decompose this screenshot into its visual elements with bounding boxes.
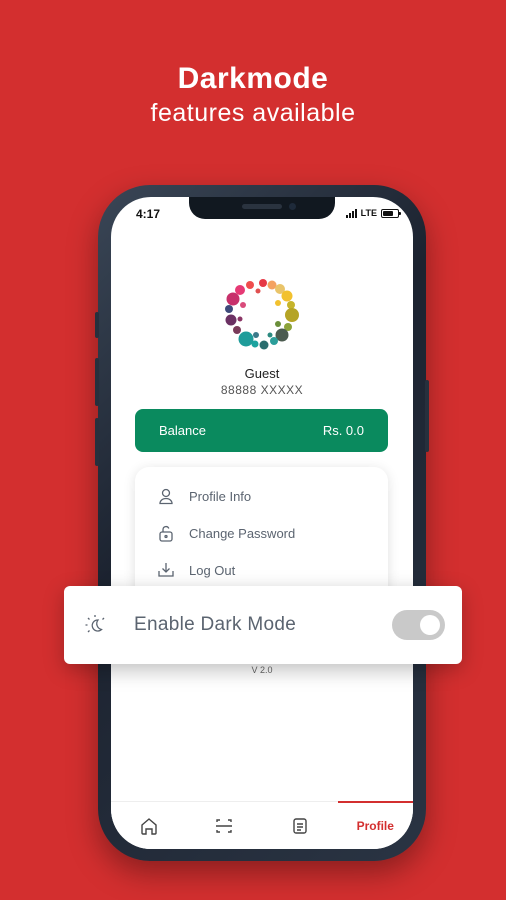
- menu-item-label: Log Out: [189, 562, 236, 578]
- bottom-nav: Profile: [111, 801, 413, 849]
- status-indicators: LTE: [345, 208, 401, 218]
- menu-item-label: Change Password: [189, 525, 296, 541]
- network-label: LTE: [360, 208, 377, 218]
- phone-notch: [189, 197, 335, 219]
- promo-title: Darkmode: [177, 62, 329, 95]
- dark-mode-toggle[interactable]: [392, 610, 445, 640]
- dark-mode-label: Enable Dark Mode: [134, 614, 297, 635]
- status-time: 4:17: [136, 207, 161, 221]
- promo-headline: Darkmode features available: [0, 62, 506, 128]
- logout-icon: [158, 563, 174, 577]
- app-version: V 2.0: [251, 665, 273, 675]
- menu-item-change-password[interactable]: Change Password: [157, 524, 295, 542]
- toggle-knob: [420, 615, 440, 635]
- scan-icon: [216, 818, 233, 833]
- phone-power-button: [425, 380, 429, 452]
- phone-volume-down: [95, 418, 99, 466]
- user-icon: [159, 488, 173, 505]
- nav-profile-label: Profile: [356, 818, 394, 833]
- menu-item-log-out[interactable]: Log Out: [157, 561, 235, 579]
- menu-item-label: Profile Info: [189, 488, 252, 504]
- balance-amount: Rs. 0.0: [322, 423, 364, 438]
- nav-orders[interactable]: [262, 802, 338, 849]
- moon-sun-icon: [85, 615, 105, 633]
- unlock-icon: [159, 525, 173, 542]
- phone-side-button: [95, 312, 99, 338]
- nav-home[interactable]: [111, 802, 187, 849]
- profile-phone: 88888 XXXXX: [220, 383, 304, 397]
- menu-item-profile-info[interactable]: Profile Info: [157, 487, 251, 505]
- battery-icon: [381, 208, 401, 218]
- phone-screen: 4:17 LTE Guest 88888 XXXXX Balance Rs. 0…: [111, 197, 413, 849]
- balance-label: Balance: [159, 423, 206, 438]
- promo-subtitle: features available: [150, 99, 356, 127]
- app-logo: [225, 279, 299, 350]
- balance-card[interactable]: Balance Rs. 0.0: [135, 409, 388, 452]
- phone-volume-up: [95, 358, 99, 406]
- home-icon: [141, 817, 157, 835]
- list-icon: [293, 817, 307, 834]
- profile-name: Guest: [244, 366, 280, 381]
- nav-profile[interactable]: Profile: [337, 801, 414, 849]
- dark-mode-card: Enable Dark Mode: [64, 586, 462, 664]
- signal-icon: [345, 208, 357, 218]
- nav-scan[interactable]: [187, 802, 263, 849]
